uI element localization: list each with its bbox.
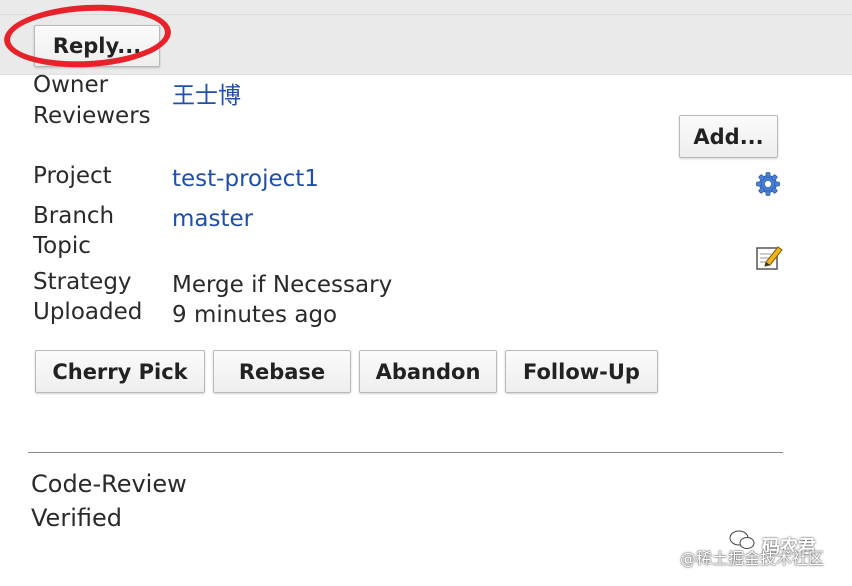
uploaded-value: 9 minutes ago	[172, 302, 338, 328]
project-link[interactable]: test-project1	[172, 166, 319, 192]
verified-label: Verified	[31, 504, 122, 532]
edit-icon[interactable]	[754, 242, 784, 272]
gear-icon[interactable]	[755, 171, 781, 197]
add-reviewer-button[interactable]: Add...	[679, 115, 778, 158]
follow-up-button-label: Follow-Up	[523, 359, 640, 384]
top-divider	[0, 14, 852, 15]
code-review-label: Code-Review	[31, 470, 187, 498]
add-reviewer-button-label: Add...	[693, 124, 764, 149]
rebase-button-label: Rebase	[238, 359, 326, 384]
topic-label: Topic	[33, 233, 91, 259]
watermark-text: @稀土掘金技术社区	[680, 549, 825, 568]
strategy-label: Strategy	[33, 269, 132, 295]
strategy-value: Merge if Necessary	[172, 272, 393, 298]
owner-label: Owner	[33, 72, 109, 98]
rebase-button[interactable]: Rebase	[213, 350, 351, 393]
reply-button-label: Reply...	[52, 34, 142, 58]
cherry-pick-button-label: Cherry Pick	[52, 359, 188, 384]
section-divider	[28, 452, 783, 453]
reviewers-label: Reviewers	[33, 103, 151, 129]
uploaded-label: Uploaded	[33, 299, 143, 325]
branch-link[interactable]: master	[172, 206, 253, 232]
change-screen: Reply... Owner 王士博 Reviewers Add... Proj…	[0, 0, 852, 586]
branch-label: Branch	[33, 203, 115, 229]
cherry-pick-button[interactable]: Cherry Pick	[35, 350, 205, 393]
follow-up-button[interactable]: Follow-Up	[505, 350, 658, 393]
abandon-button[interactable]: Abandon	[359, 350, 497, 393]
owner-link[interactable]: 王士博	[172, 76, 241, 110]
reply-button[interactable]: Reply...	[34, 25, 160, 67]
abandon-button-label: Abandon	[375, 359, 481, 384]
project-label: Project	[33, 163, 112, 189]
